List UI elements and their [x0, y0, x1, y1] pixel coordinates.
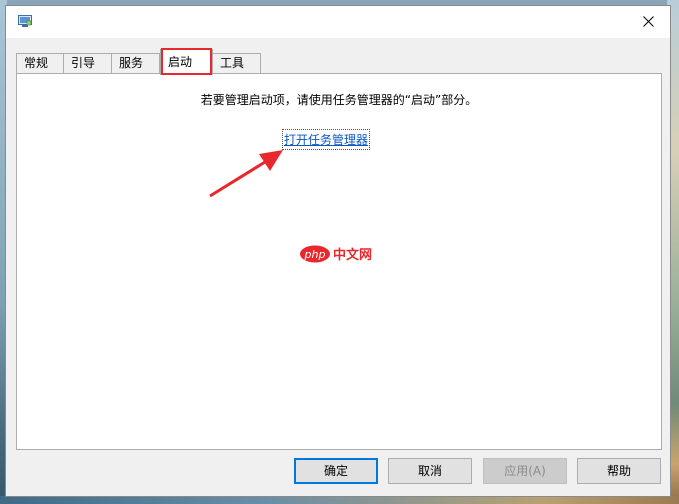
open-task-manager-link[interactable]: 打开任务管理器 — [281, 129, 371, 150]
startup-tab-highlight-box — [161, 48, 212, 75]
svg-text:php: php — [304, 248, 326, 261]
help-button[interactable]: 帮助 — [577, 458, 661, 484]
system-configuration-window: 常规 引导 服务 启动 工具 若要管理启动项，请使用任务管理器的“启动”部分。 … — [5, 5, 671, 497]
tab-boot-label: 引导 — [71, 56, 96, 70]
php-logo-watermark: php 中文网 — [300, 245, 372, 263]
tab-general-label: 常规 — [24, 56, 49, 70]
startup-panel: 若要管理启动项，请使用任务管理器的“启动”部分。 打开任务管理器 php 中文网 — [16, 73, 662, 450]
tab-general[interactable]: 常规 — [16, 53, 64, 74]
red-arrow-annotation — [209, 150, 283, 198]
tab-tools[interactable]: 工具 — [212, 53, 261, 74]
tab-boot[interactable]: 引导 — [63, 53, 112, 74]
dialog-button-row: 确定 取消 应用(A) 帮助 — [6, 458, 670, 488]
ok-button[interactable]: 确定 — [294, 458, 378, 484]
apply-button[interactable]: 应用(A) — [483, 458, 567, 484]
cancel-button[interactable]: 取消 — [388, 458, 472, 484]
tab-services-label: 服务 — [119, 56, 144, 70]
startup-info-text: 若要管理启动项，请使用任务管理器的“启动”部分。 — [200, 93, 478, 107]
svg-text:中文网: 中文网 — [333, 247, 372, 263]
close-button[interactable] — [626, 6, 670, 36]
tab-tools-label: 工具 — [220, 56, 245, 70]
close-icon — [642, 15, 654, 27]
title-bar[interactable] — [6, 6, 670, 38]
tab-services[interactable]: 服务 — [111, 53, 160, 74]
desktop-background-bottom — [0, 496, 679, 504]
system-config-icon — [18, 15, 32, 27]
